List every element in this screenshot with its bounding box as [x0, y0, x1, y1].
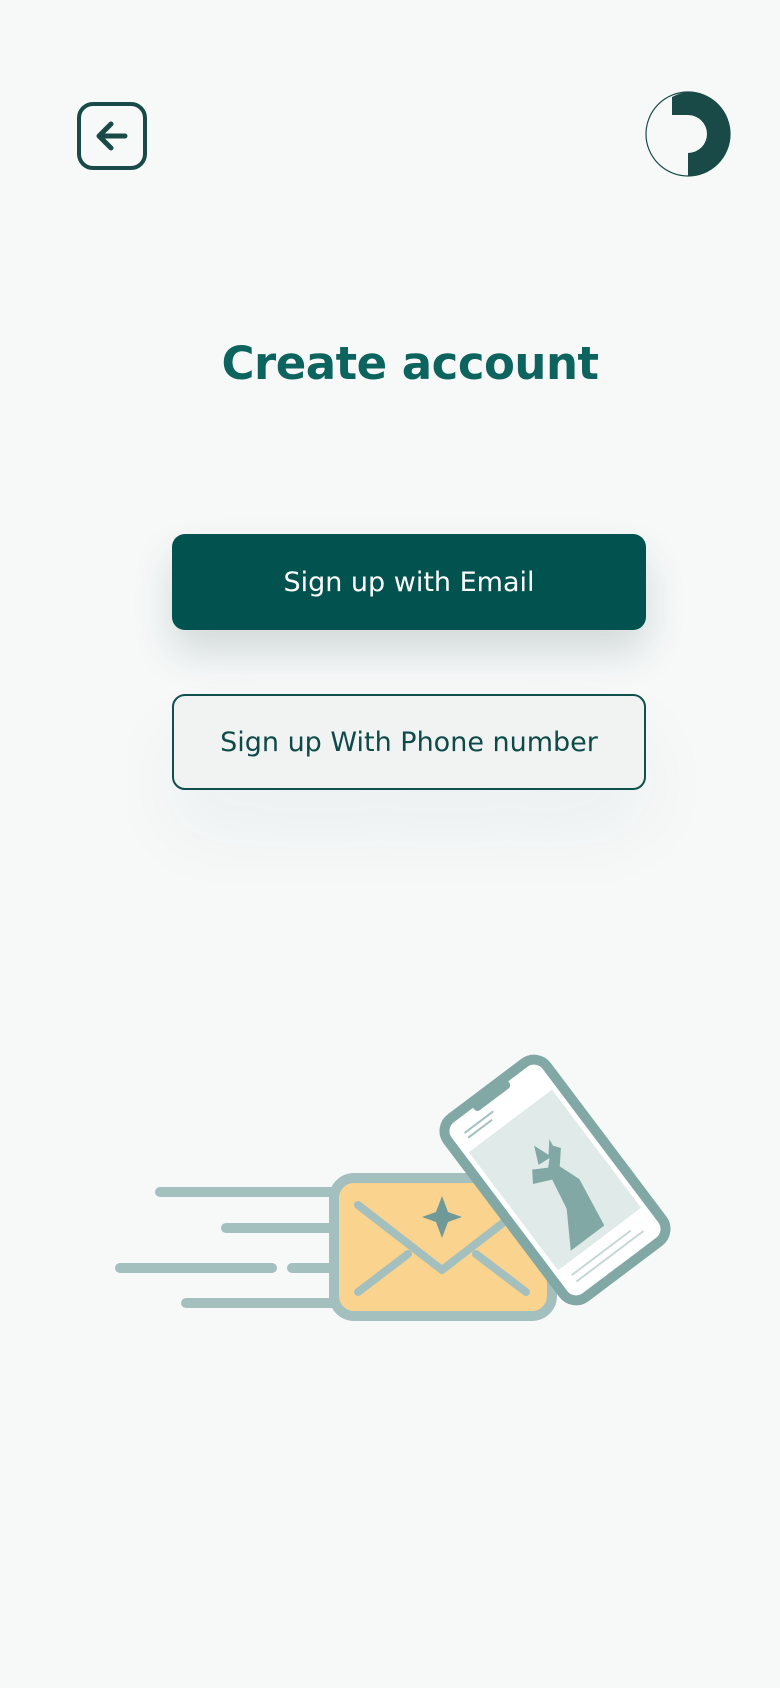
- page-title: Create account: [221, 337, 599, 390]
- brand-logo-icon: [645, 91, 731, 177]
- flying-envelope-and-phone-illustration: [115, 1054, 671, 1321]
- sign-up-phone-button[interactable]: Sign up With Phone number: [172, 694, 646, 790]
- arrow-left-icon: [96, 121, 128, 151]
- sign-up-email-button[interactable]: Sign up with Email: [172, 534, 646, 630]
- back-button[interactable]: [77, 102, 147, 170]
- speed-lines: [115, 1187, 345, 1308]
